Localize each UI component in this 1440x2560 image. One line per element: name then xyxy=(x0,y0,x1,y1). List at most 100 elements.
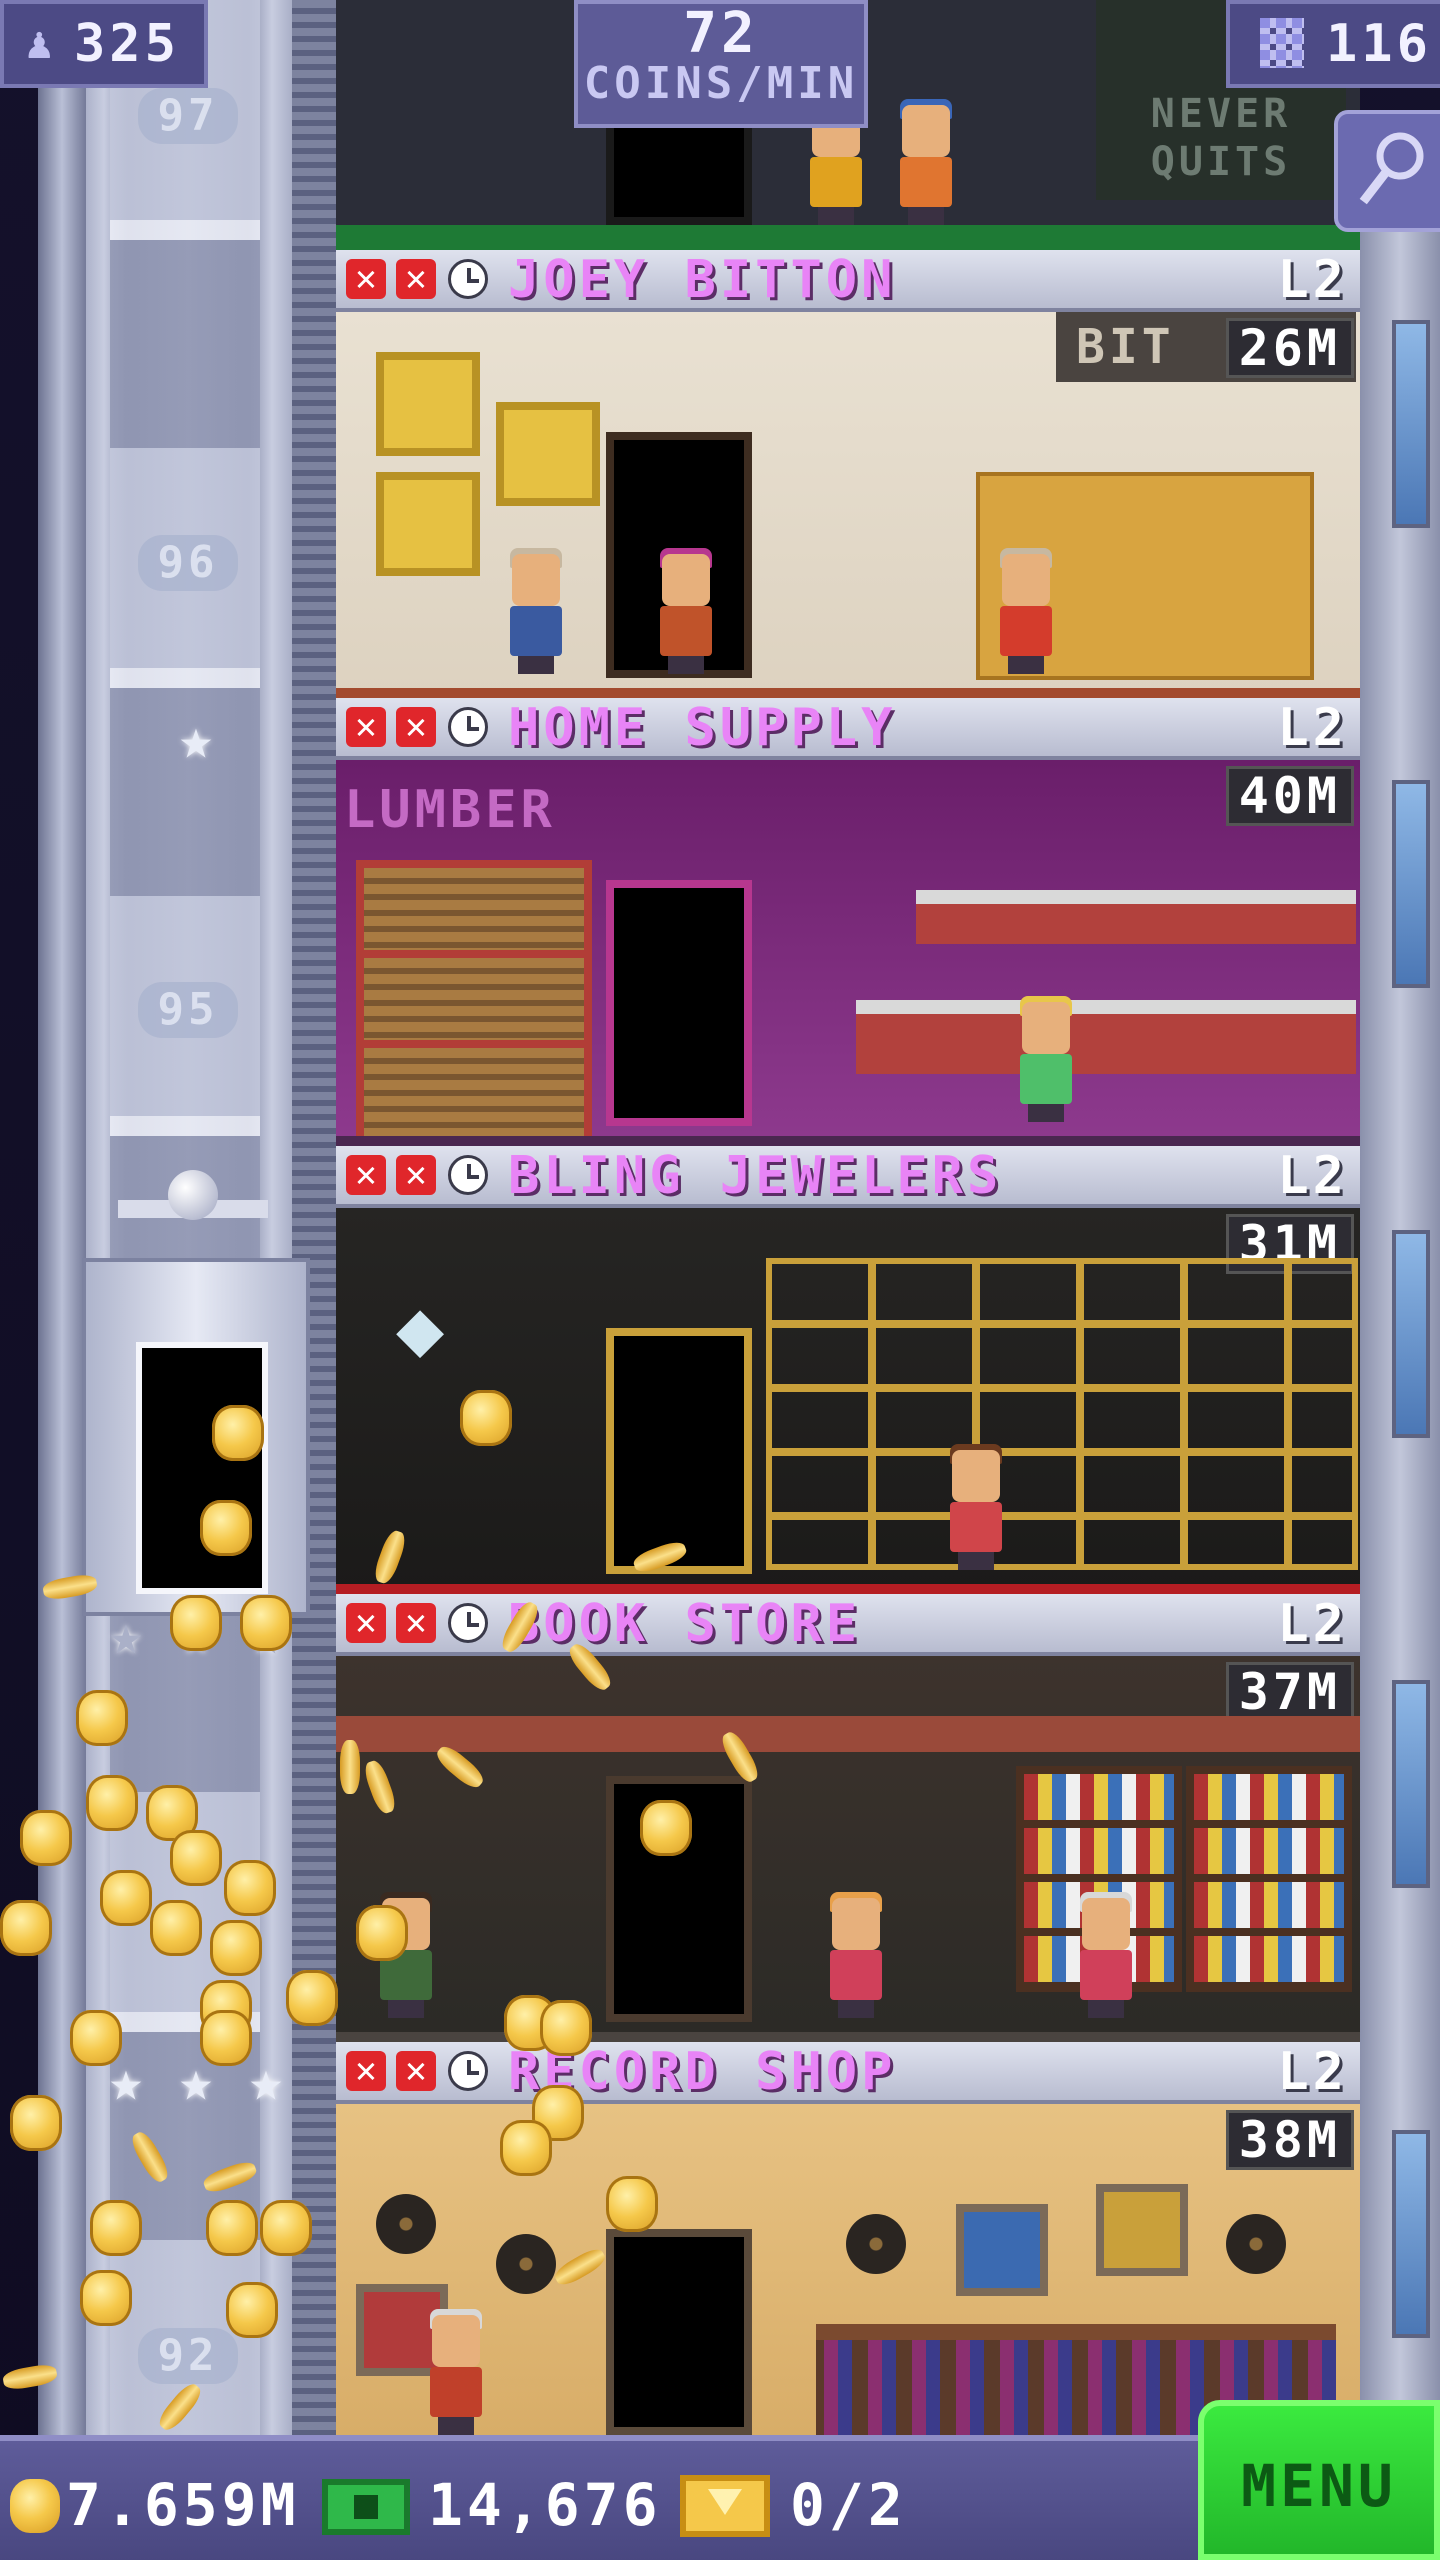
shaft-floor-number: 96 xyxy=(138,535,238,591)
floor-record-shop[interactable]: ✕ ✕ RECORD SHOP L2 38M xyxy=(336,2042,1360,2435)
coin-icon xyxy=(10,2479,60,2533)
stock-empty-icon: ✕ xyxy=(396,2051,436,2091)
wall-art xyxy=(956,2204,1048,2296)
resident[interactable] xyxy=(996,548,1056,674)
restock-timer: 40M xyxy=(1225,766,1354,826)
resident[interactable] xyxy=(896,99,956,225)
clock-icon xyxy=(448,1155,488,1195)
stock-empty-icon: ✕ xyxy=(346,1603,386,1643)
ticket-icon xyxy=(680,2475,770,2537)
floor-interior[interactable]: 37M xyxy=(336,1656,1360,2042)
floor-home-supply[interactable]: ✕ ✕ HOME SUPPLY L2 LUMBER 40M xyxy=(336,698,1360,1146)
coin-particle xyxy=(170,1595,222,1651)
wall-record xyxy=(376,2194,436,2254)
restock-timer: 37M xyxy=(1225,1662,1354,1722)
brick-band xyxy=(336,1716,1360,1752)
floor-header: ✕ ✕ BOOK STORE L2 xyxy=(336,1594,1360,1656)
resident[interactable] xyxy=(426,2309,486,2435)
game-screen: 97 96 95 92 ★ ★ ★ ★ ★ ★ ★ NEVER QUITS ✕ xyxy=(0,0,1440,2560)
floor-trim xyxy=(336,1584,1360,1594)
shaft-rail-left xyxy=(38,0,86,2435)
star-icon: ★ xyxy=(109,1603,143,1668)
floor-name: BLING JEWELERS xyxy=(508,1146,1003,1206)
population-counter[interactable]: ♟ 325 xyxy=(0,0,208,88)
coin-particle xyxy=(76,1690,128,1746)
elevator-car[interactable] xyxy=(82,1258,310,1616)
shaft-rail-right xyxy=(292,0,338,2435)
coins-rate-unit: COINS/MIN xyxy=(583,58,859,109)
population-value: 325 xyxy=(74,14,180,74)
floor-interior[interactable]: BIT 26M xyxy=(336,312,1360,698)
floor-bling-jewelers[interactable]: ✕ ✕ BLING JEWELERS L2 31M ◆ xyxy=(336,1146,1360,1594)
clock-icon xyxy=(448,1603,488,1643)
coin-particle xyxy=(356,1905,408,1961)
elevator-door xyxy=(136,1342,268,1594)
building-window xyxy=(1392,1230,1430,1438)
lumber-rack xyxy=(356,1040,592,1146)
resident[interactable] xyxy=(826,1892,886,2018)
resident[interactable] xyxy=(506,548,566,674)
coin-particle xyxy=(212,1405,264,1461)
shaft-floor-number: 95 xyxy=(138,982,238,1038)
resident[interactable] xyxy=(656,548,716,674)
coin-particle xyxy=(224,1860,276,1916)
coins-value[interactable]: 7.659M xyxy=(66,2471,300,2539)
floor-header: ✕ ✕ HOME SUPPLY L2 xyxy=(336,698,1360,760)
star-icon: ★ xyxy=(179,707,213,772)
bux-value[interactable]: 14,676 xyxy=(428,2471,662,2539)
floor-door xyxy=(606,2229,752,2435)
floor-level: L2 xyxy=(1277,1594,1348,1654)
floor-trim xyxy=(336,688,1360,698)
store-sign: LUMBER xyxy=(344,780,556,840)
floor-name: HOME SUPPLY xyxy=(508,698,897,758)
coin-particle xyxy=(70,2010,122,2066)
coin-particle xyxy=(210,1920,262,1976)
bookcase xyxy=(1186,1766,1352,1992)
wall-art xyxy=(376,472,480,576)
magnifier-icon xyxy=(1359,132,1424,205)
floor-interior[interactable]: 38M xyxy=(336,2104,1360,2435)
floor-level: L2 xyxy=(1277,250,1348,310)
floor-interior[interactable]: LUMBER 40M xyxy=(336,760,1360,1146)
building-window xyxy=(1392,320,1430,528)
stock-empty-icon: ✕ xyxy=(396,259,436,299)
floor-header: ✕ ✕ BLING JEWELERS L2 xyxy=(336,1146,1360,1208)
stock-empty-icon: ✕ xyxy=(346,259,386,299)
tool-counter xyxy=(856,1000,1356,1074)
floor-joey-bitton[interactable]: ✕ ✕ JOEY BITTON L2 BIT 26M xyxy=(336,250,1360,698)
building-window xyxy=(1392,2130,1430,2338)
resident[interactable] xyxy=(1076,1892,1136,2018)
floor-book-store[interactable]: ✕ ✕ BOOK STORE L2 37M xyxy=(336,1594,1360,2042)
wall-art xyxy=(496,402,600,506)
diamond-icon: ◆ xyxy=(396,1281,445,1374)
tickets-value[interactable]: 0/2 xyxy=(790,2471,907,2539)
person-icon: ♟ xyxy=(26,18,53,69)
floor-door xyxy=(606,1328,752,1574)
search-button[interactable] xyxy=(1334,110,1440,232)
stock-empty-icon: ✕ xyxy=(396,1155,436,1195)
wall-record xyxy=(496,2234,556,2294)
menu-button[interactable]: MENU xyxy=(1198,2400,1440,2560)
shaft-floor-number: 97 xyxy=(138,88,238,144)
wall-record xyxy=(846,2214,906,2274)
wall-art xyxy=(1096,2184,1188,2276)
coin-particle xyxy=(206,2200,258,2256)
wall-record xyxy=(1226,2214,1286,2274)
restock-timer: 26M xyxy=(1225,318,1354,378)
coin-particle xyxy=(200,2010,252,2066)
resident[interactable] xyxy=(1016,996,1076,1122)
jewelry-cabinet xyxy=(766,1258,1358,1570)
resident[interactable] xyxy=(946,1444,1006,1570)
coin-particle xyxy=(540,2000,592,2056)
floor-door xyxy=(606,880,752,1126)
coins-rate-value: 72 xyxy=(683,1,759,66)
stock-empty-icon: ✕ xyxy=(396,1603,436,1643)
coin-particle xyxy=(170,1830,222,1886)
floor-name: BOOK STORE xyxy=(508,1594,862,1654)
building-icon xyxy=(1260,18,1304,68)
floor-count-counter[interactable]: 116 xyxy=(1226,0,1440,88)
clock-icon xyxy=(448,2051,488,2091)
wall-sign-text: NEVER QUITS xyxy=(1150,91,1292,185)
coins-rate-panel: 72 COINS/MIN xyxy=(574,0,868,128)
floor-trim xyxy=(336,225,1360,250)
